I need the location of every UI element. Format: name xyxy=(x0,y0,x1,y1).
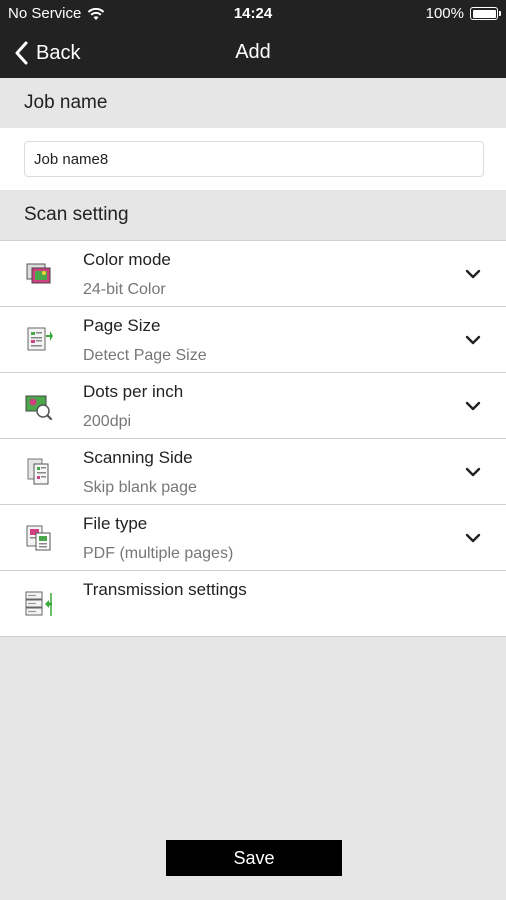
color-mode-title: Color mode xyxy=(83,250,171,269)
back-label: Back xyxy=(36,41,81,64)
save-button[interactable]: Save xyxy=(166,840,342,876)
color-mode-icon xyxy=(26,263,51,284)
transmission-settings-title: Transmission settings xyxy=(83,580,247,599)
scan-settings-list: Color mode 24-bit Color Page Size Detect… xyxy=(0,240,506,637)
chevron-down-icon xyxy=(465,335,481,345)
file-type-row[interactable]: File type PDF (multiple pages) xyxy=(0,505,506,571)
page-size-row[interactable]: Page Size Detect Page Size xyxy=(0,307,506,373)
battery-level xyxy=(472,9,496,18)
scan-setting-section-header: Scan setting xyxy=(0,190,506,240)
file-type-title: File type xyxy=(83,514,148,533)
navigation-bar: Back Add xyxy=(0,28,506,78)
page-size-icon xyxy=(27,327,53,351)
transmission-settings-row[interactable]: Transmission settings xyxy=(0,571,506,637)
file-type-icon xyxy=(26,525,51,551)
job-name-input-container xyxy=(0,128,506,190)
chevron-down-icon xyxy=(465,269,481,279)
battery-icon xyxy=(470,7,501,20)
page-size-title: Page Size xyxy=(83,316,161,335)
transmission-icon xyxy=(25,591,52,616)
chevron-down-icon xyxy=(465,401,481,411)
dpi-value: 200dpi xyxy=(83,413,132,430)
file-type-value: PDF (multiple pages) xyxy=(83,545,234,562)
dpi-row[interactable]: Dots per inch 200dpi xyxy=(0,373,506,439)
chevron-left-icon xyxy=(15,41,28,65)
chevron-down-icon xyxy=(465,467,481,477)
color-mode-value: 24-bit Color xyxy=(83,281,166,298)
dpi-icon xyxy=(25,395,53,421)
status-right: 100% xyxy=(425,5,501,22)
job-name-input[interactable] xyxy=(24,141,484,177)
chevron-down-icon xyxy=(465,533,481,543)
status-bar: No Service 14:24 100% xyxy=(0,0,506,28)
battery-percent: 100% xyxy=(425,5,464,22)
scanning-side-value: Skip blank page xyxy=(83,479,197,496)
scanning-side-title: Scanning Side xyxy=(83,448,193,467)
job-name-section-header: Job name xyxy=(0,78,506,128)
color-mode-row[interactable]: Color mode 24-bit Color xyxy=(0,241,506,307)
back-button[interactable]: Back xyxy=(14,38,80,68)
dpi-title: Dots per inch xyxy=(83,382,184,401)
page-size-value: Detect Page Size xyxy=(83,347,207,364)
scanning-side-row[interactable]: Scanning Side Skip blank page xyxy=(0,439,506,505)
scanning-side-icon xyxy=(27,458,49,485)
